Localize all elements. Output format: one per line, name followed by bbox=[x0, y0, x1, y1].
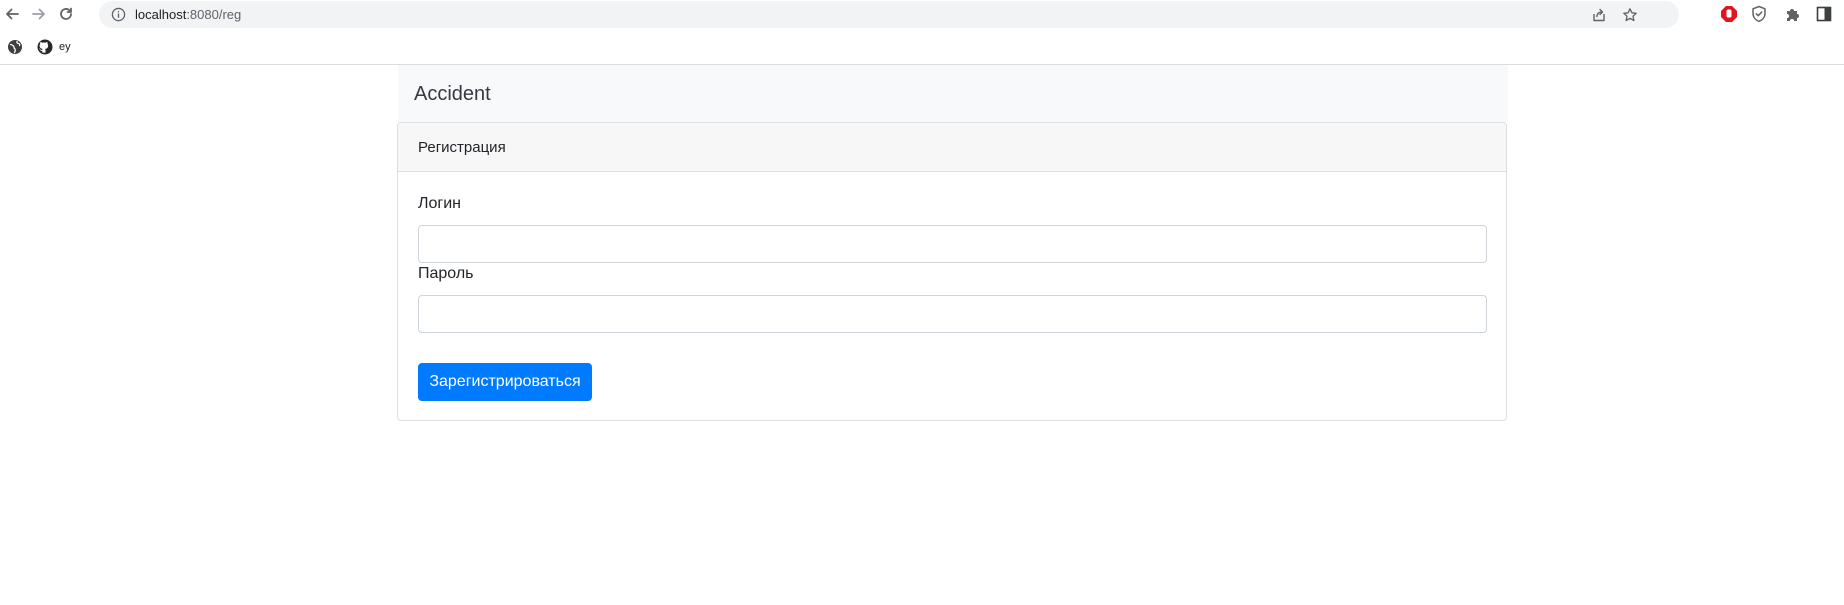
adblock-extension-button[interactable] bbox=[1718, 3, 1740, 25]
shield-check-icon bbox=[1752, 5, 1766, 23]
registration-card: Регистрация Логин Пароль Зарегистрироват… bbox=[397, 122, 1507, 421]
reload-button[interactable] bbox=[54, 2, 78, 26]
login-input[interactable] bbox=[418, 225, 1487, 263]
info-icon[interactable] bbox=[111, 7, 126, 22]
github-icon bbox=[37, 39, 53, 55]
card-header: Регистрация bbox=[398, 123, 1506, 172]
side-panel-button[interactable] bbox=[1813, 3, 1835, 25]
card-title: Регистрация bbox=[418, 139, 506, 156]
reload-icon bbox=[60, 7, 72, 20]
share-button[interactable] bbox=[1588, 4, 1610, 26]
arrow-left-icon bbox=[6, 8, 19, 20]
share-icon bbox=[1593, 8, 1605, 22]
star-icon bbox=[1623, 8, 1637, 22]
back-button[interactable] bbox=[0, 2, 24, 26]
url-text[interactable]: localhost:8080/reg bbox=[135, 6, 241, 23]
side-panel-icon bbox=[1816, 6, 1832, 22]
bookmark-star-button[interactable] bbox=[1619, 4, 1641, 26]
browser-toolbar: localhost:8080/reg bbox=[0, 0, 1844, 29]
arrow-right-icon bbox=[32, 8, 45, 20]
url-host: localhost bbox=[135, 7, 187, 22]
login-label: Логин bbox=[418, 195, 462, 212]
navbar-brand[interactable]: Accident bbox=[414, 82, 491, 106]
stop-hand-icon bbox=[1721, 6, 1737, 22]
navbar: Accident bbox=[398, 65, 1508, 122]
forward-button[interactable] bbox=[27, 2, 51, 26]
shield-extension-button[interactable] bbox=[1748, 3, 1770, 25]
puzzle-icon bbox=[1787, 9, 1799, 21]
bookmark-label: ey bbox=[59, 41, 71, 53]
bookmark-item-github[interactable]: ey bbox=[37, 38, 71, 56]
address-bar[interactable]: localhost:8080/reg bbox=[99, 1, 1679, 28]
register-button[interactable]: Зарегистрироваться bbox=[418, 363, 592, 401]
globe-icon bbox=[8, 40, 22, 54]
bookmark-item-globe[interactable] bbox=[7, 38, 23, 56]
extensions-button[interactable] bbox=[1782, 3, 1804, 25]
bookmarks-bar: ey bbox=[0, 29, 1844, 65]
url-path: :8080/reg bbox=[186, 7, 242, 22]
password-label: Пароль bbox=[418, 265, 474, 282]
password-input[interactable] bbox=[418, 295, 1487, 333]
